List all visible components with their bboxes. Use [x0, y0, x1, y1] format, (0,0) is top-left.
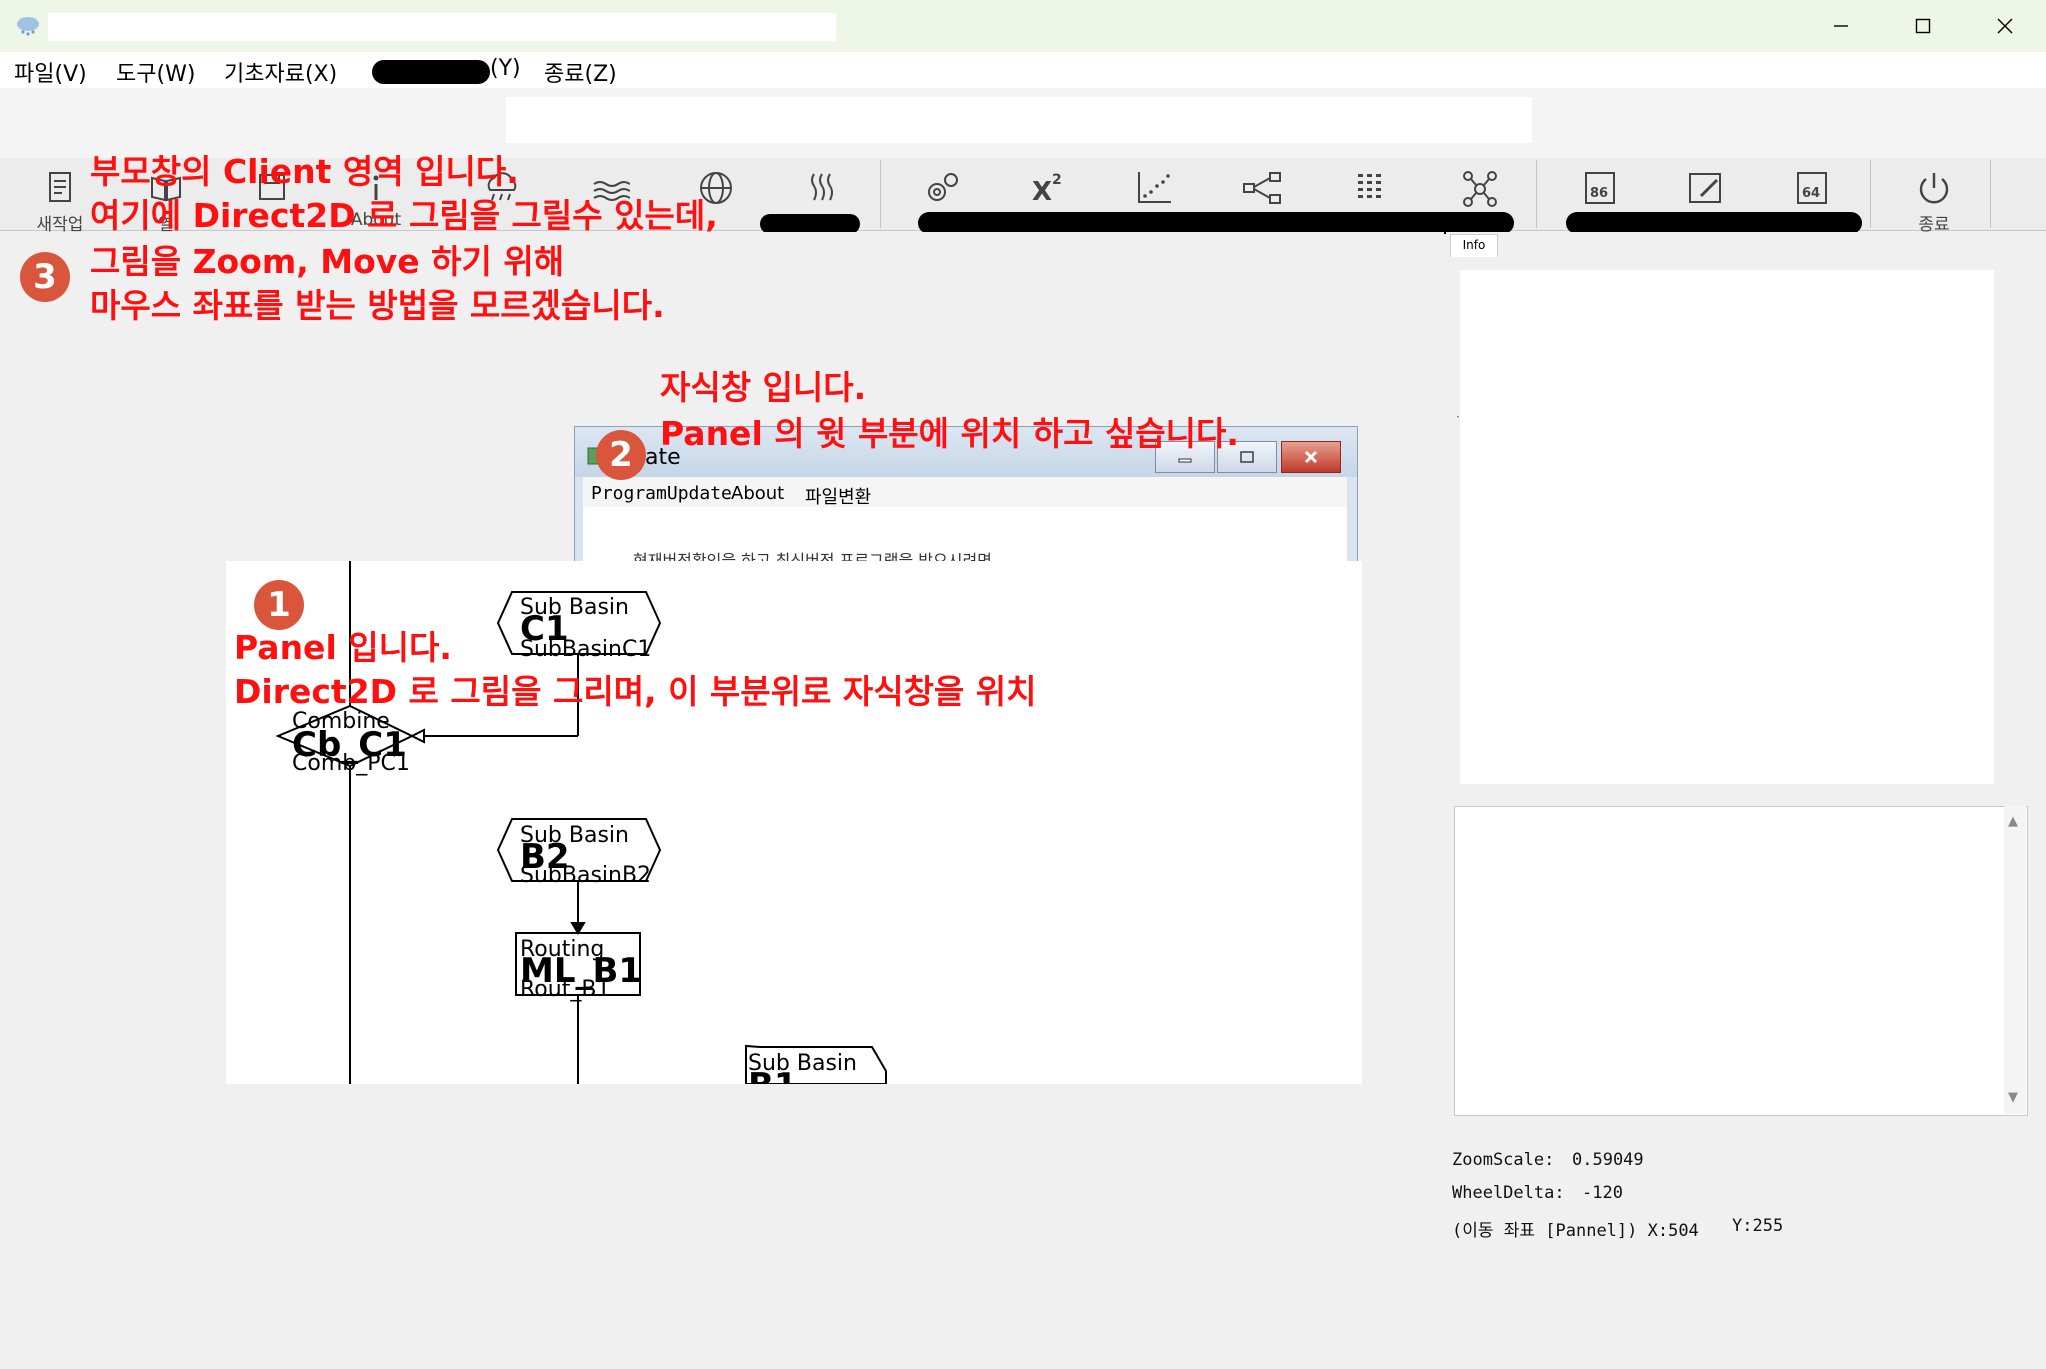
wheel-delta-value: -120: [1582, 1183, 1623, 1203]
toolbar-separator: [880, 160, 881, 228]
redaction-mark: [918, 212, 1514, 234]
svg-text:2: 2: [1052, 172, 1062, 188]
node-name: SubBasinB2: [520, 863, 652, 888]
wheel-delta-label: WheelDelta:: [1452, 1183, 1565, 1203]
maximize-button[interactable]: [1882, 0, 1964, 52]
close-icon: [1304, 450, 1318, 464]
app-cloud-icon: [17, 17, 39, 36]
menu-tools[interactable]: 도구(W): [116, 56, 195, 88]
annotation-badge-3: 3: [20, 252, 70, 302]
node-name: SubBasinC1: [520, 637, 652, 662]
annotation-1-line1: Panel 입니다.: [234, 628, 452, 667]
window-title-field: [48, 13, 836, 41]
annotation-2-line2: Panel 의 윗 부분에 위치 하고 싶습니다.: [660, 414, 1239, 453]
node-graph-icon: [1463, 171, 1497, 207]
file-86-icon: 86: [1585, 172, 1615, 204]
info-tab[interactable]: Info: [1450, 234, 1498, 257]
toolbar-separator: [1870, 160, 1871, 228]
dot-grid-icon: [1358, 174, 1381, 198]
info-dot: ·: [1456, 410, 1460, 424]
share-network-icon: [1243, 172, 1281, 204]
minimize-icon: [1834, 25, 1848, 27]
document-icon: [49, 172, 71, 202]
svg-text:86: 86: [1590, 186, 1608, 201]
address-field: [506, 97, 1532, 143]
annotation-badge-1: 1: [254, 580, 304, 630]
scroll-up-arrow-icon[interactable]: ▲: [2008, 814, 2018, 829]
svg-text:X: X: [1032, 177, 1052, 206]
annotation-3-line4: 마우스 좌표를 받는 방법을 모르겠습니다.: [90, 286, 665, 325]
child-menu-about[interactable]: About: [731, 483, 784, 504]
heat-waves-icon: [811, 173, 833, 201]
close-button[interactable]: [1964, 0, 2046, 52]
node-code: B1: [748, 1066, 798, 1084]
minimize-button[interactable]: [1800, 0, 1882, 52]
annotation-1-line2: Direct2D 로 그림을 그리며, 이 부분위로 자식창을 위치: [234, 672, 1037, 711]
node-name: Rout_B1: [520, 977, 611, 1002]
node-name: Comb_PC1: [292, 751, 410, 776]
menu-bar: 파일(V) 도구(W) 기초자료(X) (Y) 종료(Z): [0, 52, 2046, 88]
annotation-3-line2: 여기에 Direct2D 로 그림을 그릴수 있는데,: [90, 196, 718, 235]
redaction-mark: [372, 60, 490, 84]
zoom-scale-value: 0.59049: [1572, 1150, 1644, 1170]
x-squared-icon: X2: [1032, 172, 1062, 206]
child-body: 현재버전확인을 하고 최신버전 프로그램을 받으시려면 ...: [583, 507, 1347, 570]
redaction-mark: [760, 214, 860, 234]
edit-form-icon: [1689, 173, 1721, 203]
child-menu-file-convert[interactable]: 파일변환: [805, 483, 871, 509]
zoom-scale-label: ZoomScale:: [1452, 1150, 1555, 1170]
menu-exit[interactable]: 종료(Z): [544, 56, 617, 88]
redaction-mark: [1566, 212, 1862, 234]
scatter-plot-icon: [1138, 172, 1171, 203]
restore-icon: [1240, 451, 1254, 463]
annotation-3-line3: 그림을 Zoom, Move 하기 위해: [90, 242, 565, 281]
message-list-box[interactable]: [1454, 806, 2028, 1116]
child-menu-program-update[interactable]: ProgramUpdate: [591, 483, 732, 504]
tool-power-button[interactable]: 종료: [1884, 164, 1984, 235]
annotation-badge-2: 2: [596, 430, 646, 480]
info-display-box: ·: [1456, 270, 1994, 784]
annotation-3-line1: 부모창의 Client 영역 입니다.: [90, 152, 519, 191]
menu-file[interactable]: 파일(V): [14, 56, 87, 88]
svg-text:64: 64: [1802, 186, 1820, 201]
toolbar-separator: [1990, 160, 1991, 228]
power-icon: [1919, 173, 1949, 204]
menu-basic-data[interactable]: 기초자료(X): [224, 56, 337, 88]
gears-icon: [928, 173, 958, 201]
scroll-down-arrow-icon[interactable]: ▼: [2008, 1090, 2018, 1105]
file-64-icon: 64: [1797, 172, 1827, 204]
list-scrollbar[interactable]: ▲ ▼: [2004, 806, 2026, 1114]
child-close-button[interactable]: [1281, 441, 1341, 473]
toolbar-separator: [1536, 160, 1537, 228]
annotation-2-line1: 자식창 입니다.: [660, 368, 867, 407]
child-menu-bar: ProgramUpdate About 파일변환: [583, 477, 1347, 509]
maximize-icon: [1915, 18, 1931, 34]
move-coord-label: (이동 좌표 [Pannel]) X:504: [1452, 1221, 1699, 1241]
move-coord-y: Y:255: [1732, 1216, 1784, 1236]
close-icon: [1997, 18, 2013, 34]
